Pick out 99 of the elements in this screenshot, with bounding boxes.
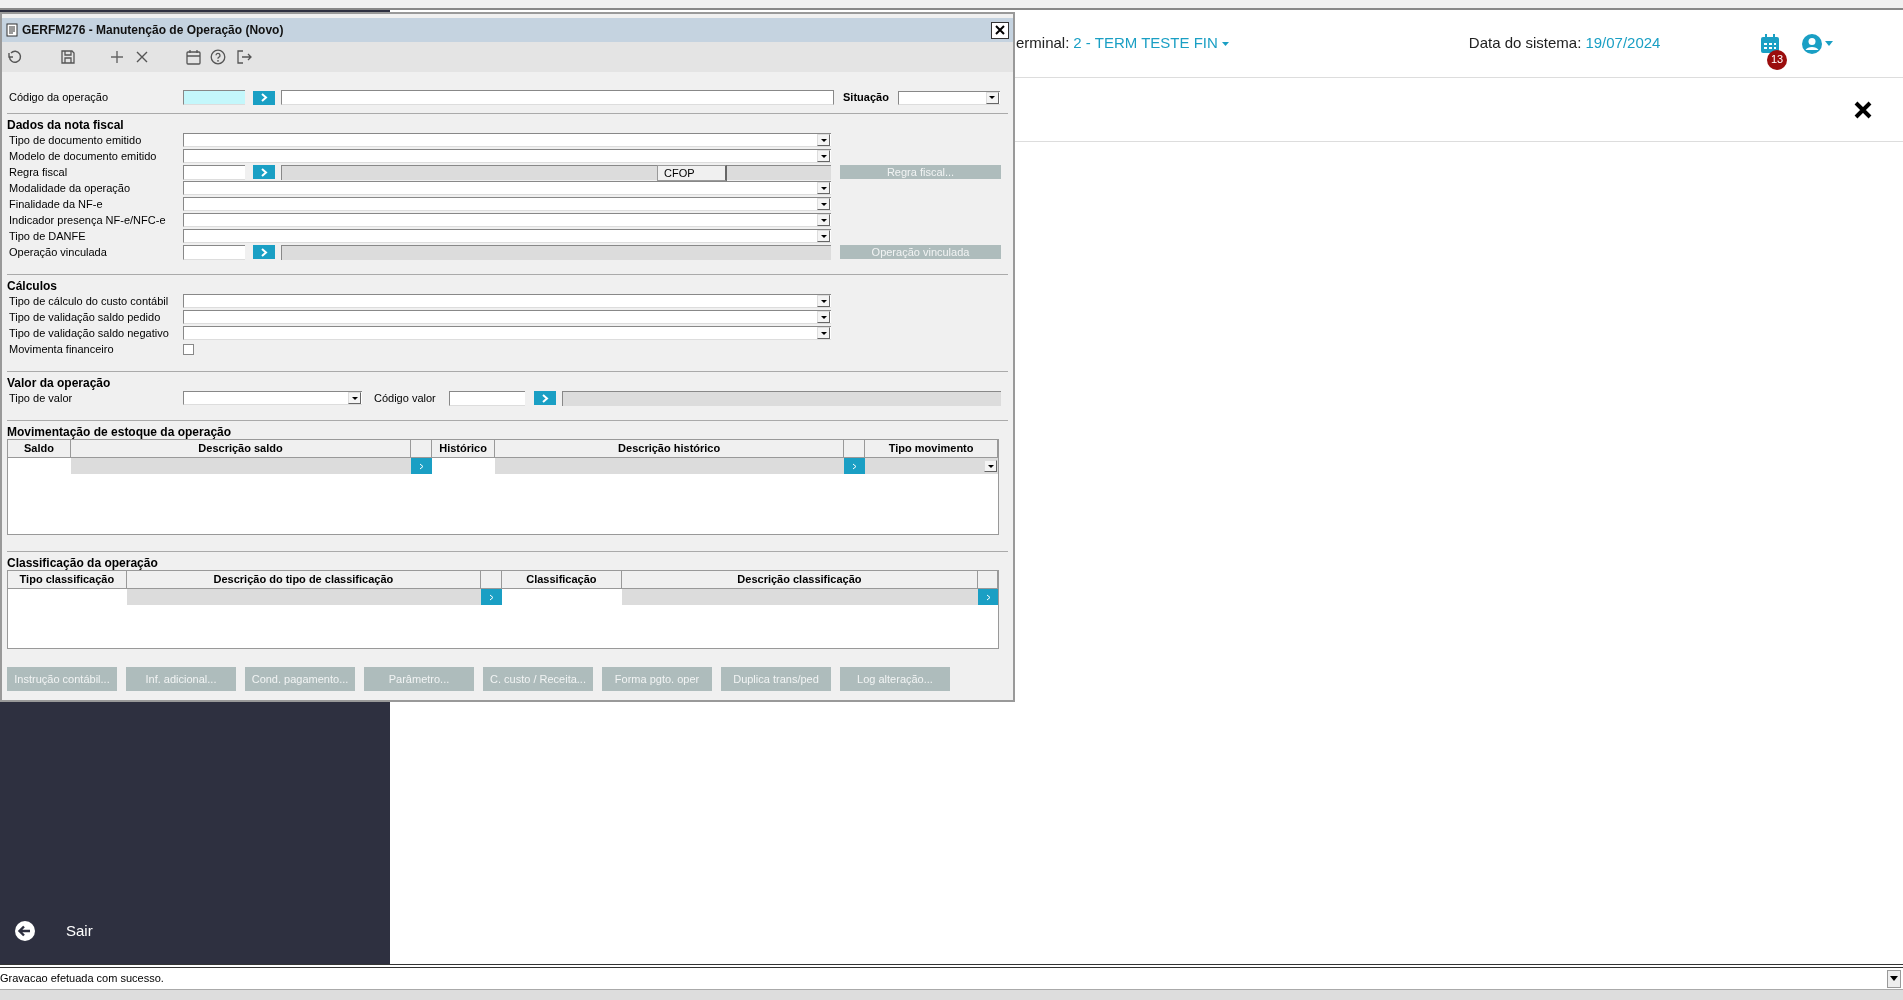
caret-icon [351, 396, 358, 400]
arrow-button[interactable] [253, 245, 275, 259]
caret-icon [989, 96, 996, 99]
caret-icon [820, 186, 827, 190]
date-value: 19/07/2024 [1585, 33, 1661, 54]
dropdown-field[interactable] [183, 197, 831, 211]
arrow-button[interactable] [534, 391, 556, 405]
terminal-label: erminal: [1016, 33, 1070, 54]
dropdown-field[interactable] [183, 391, 362, 405]
code-field[interactable] [183, 164, 245, 180]
save-icon[interactable] [60, 49, 76, 65]
caret-icon [820, 299, 827, 303]
column-header: Tipo movimento [865, 440, 998, 458]
code-field[interactable] [449, 390, 525, 406]
field-label: Modalidade da operação [8, 182, 132, 194]
description-field[interactable] [281, 90, 834, 105]
section-title: Cálculos [7, 279, 58, 293]
chevron-right-icon [260, 93, 268, 102]
chevron-right-icon [985, 593, 991, 601]
column-header: CFOP [657, 164, 727, 181]
notification-badge: 13 [1767, 49, 1787, 70]
close-button[interactable] [991, 21, 1009, 39]
caret-icon [820, 154, 827, 158]
field-label: Regra fiscal [8, 166, 69, 178]
exit-link[interactable]: Sair [66, 919, 93, 942]
chevron-right-icon [260, 247, 268, 257]
section-title: Movimentação de estoque da operação [7, 425, 233, 439]
terminal-dropdown[interactable]: 2 - TERM TESTE FIN [1073, 32, 1229, 55]
code-field[interactable] [183, 244, 245, 260]
caret-icon [820, 315, 827, 319]
column-header: Descrição classificação [621, 571, 979, 589]
exit-icon[interactable] [236, 49, 252, 65]
chevron-right-icon [852, 462, 858, 470]
caret-icon[interactable] [1825, 41, 1833, 46]
code-field[interactable] [183, 90, 245, 105]
arrow-button[interactable] [253, 165, 275, 179]
caret-icon [987, 464, 994, 468]
document-icon [6, 23, 18, 37]
date-label: Data do sistema: [1468, 33, 1582, 54]
dropdown-field[interactable] [183, 149, 831, 163]
arrow-button[interactable] [253, 90, 275, 105]
dropdown-field[interactable] [183, 181, 831, 195]
chevron-right-icon [541, 393, 549, 403]
caret-icon [820, 234, 827, 238]
section-title: Classificação da operação [7, 556, 159, 570]
column-header: Descrição do tipo de classificação [126, 571, 482, 589]
field-label: Operação vinculada [8, 246, 108, 258]
window-title: GERFM276 - Manutenção de Operação (Novo) [22, 22, 285, 39]
section-title: Valor da operação [7, 376, 112, 390]
field-label: Modelo de documento emitido [8, 150, 158, 162]
close-icon[interactable] [1853, 99, 1873, 120]
dropdown-field[interactable] [183, 310, 831, 324]
caret-icon [1221, 41, 1229, 46]
field-label: Tipo de cálculo do custo contábil [8, 295, 170, 307]
caret-icon [820, 218, 827, 222]
calendar-icon[interactable] [1759, 32, 1781, 55]
field-label: Tipo de DANFE [8, 230, 87, 242]
field-label: Tipo de validação saldo negativo [8, 327, 170, 339]
dropdown-field[interactable] [183, 326, 831, 340]
dropdown-field[interactable] [183, 229, 831, 243]
field-label: Tipo de documento emitido [8, 134, 143, 146]
field-label: Movimenta financeiro [8, 343, 115, 355]
dropdown-field[interactable] [183, 213, 831, 227]
dropdown-button[interactable] [1887, 969, 1901, 988]
close-icon [995, 25, 1005, 35]
section-title: Dados da nota fiscal [7, 118, 125, 132]
caret-icon [820, 202, 827, 206]
column-header: Tipo classificação [8, 571, 127, 589]
status-message: Gravacao efetuada com sucesso. [0, 971, 165, 987]
lookup-button[interactable] [844, 458, 866, 474]
field-label: Código da operação [8, 90, 110, 106]
chevron-right-icon [260, 167, 268, 177]
chevron-right-icon [419, 462, 425, 470]
calendar-icon[interactable] [186, 49, 201, 65]
dropdown-field[interactable] [897, 90, 1000, 105]
chevron-right-icon [489, 593, 494, 601]
field-label: Finalidade da NF-e [8, 198, 104, 210]
field-label: Indicador presença NF-e/NFC-e [8, 214, 167, 226]
lookup-button[interactable] [411, 458, 433, 474]
field-label: Tipo de validação saldo pedido [8, 311, 162, 323]
checkbox[interactable] [183, 343, 194, 355]
plus-icon[interactable] [110, 50, 124, 64]
help-icon[interactable] [210, 49, 226, 65]
column-header: Histórico [432, 440, 495, 458]
field-label: Tipo de valor [8, 392, 74, 404]
dropdown-field[interactable] [183, 294, 831, 308]
undo-icon[interactable] [6, 49, 22, 65]
user-icon[interactable] [1801, 32, 1823, 55]
column-header: Saldo [8, 440, 71, 458]
dropdown-field[interactable] [183, 133, 831, 147]
caret-icon [1890, 976, 1898, 981]
caret-icon [820, 331, 827, 335]
column-header: Descrição saldo [70, 440, 412, 458]
field-label: Código valor [374, 390, 437, 406]
column-header: Classificação [502, 571, 622, 589]
dropdown-field[interactable] [865, 458, 998, 474]
field-label: Situação [843, 90, 889, 106]
caret-icon [820, 138, 827, 142]
column-header: Descrição histórico [495, 440, 845, 458]
